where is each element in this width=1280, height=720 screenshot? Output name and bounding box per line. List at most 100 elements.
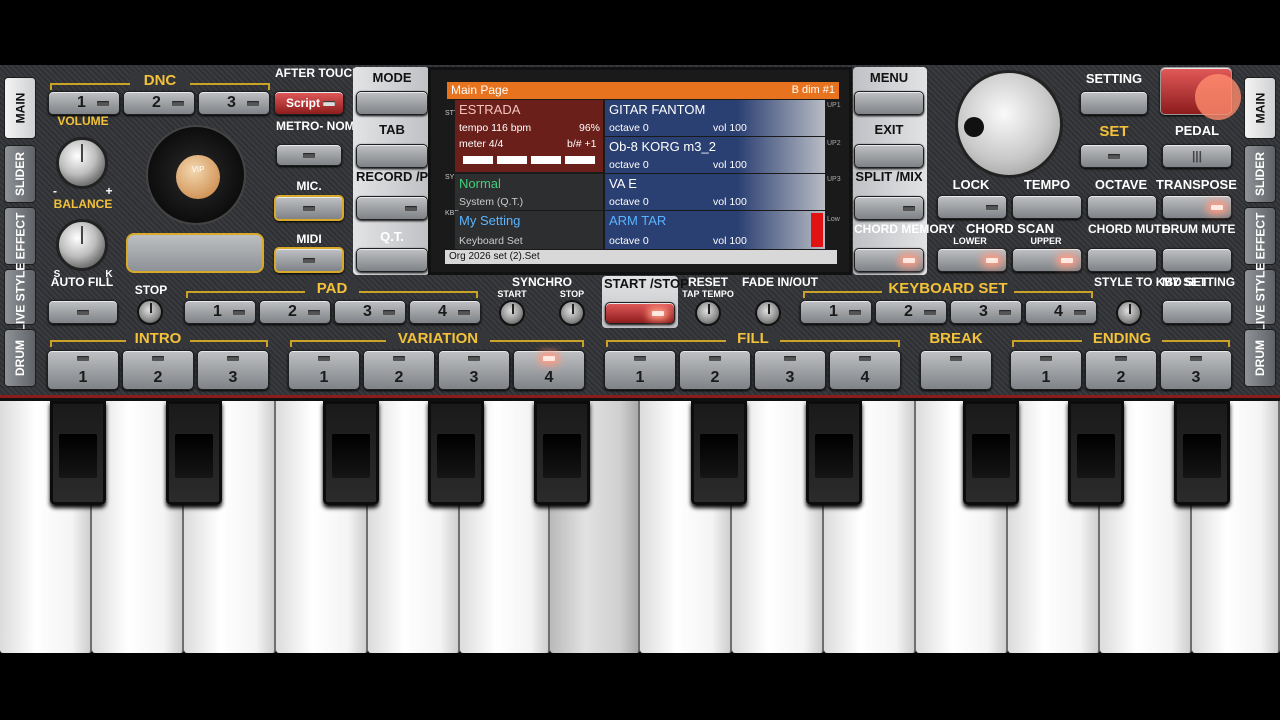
fill-4-button[interactable]: 4 [829,350,901,390]
fill-2-button[interactable]: 2 [679,350,751,390]
keyboard-set-2-button[interactable]: 2 [875,300,947,324]
exit-button[interactable] [854,144,924,168]
chord-memory-button[interactable] [854,248,924,272]
led [233,309,245,315]
synchro-stop-knob[interactable] [559,300,585,326]
synchro-start-knob[interactable] [499,300,525,326]
variation-3-button[interactable]: 3 [438,350,510,390]
dnc-3-button[interactable]: 3 [198,91,270,115]
my-setting-button[interactable] [1162,300,1232,324]
left-tab-main[interactable]: MAIN [4,77,36,139]
chord-scan-lower-button[interactable] [937,248,1007,272]
black-key[interactable] [691,401,747,505]
record-play-button[interactable] [356,196,428,220]
auto-fill-button[interactable] [48,300,118,324]
reset-tap-tempo-knob[interactable] [695,300,721,326]
variation-1-button[interactable]: 1 [288,350,360,390]
ending-2-button[interactable]: 2 [1085,350,1157,390]
pad-4-button[interactable]: 4 [409,300,481,324]
dnc-2-button[interactable]: 2 [123,91,195,115]
mode-button[interactable] [356,91,428,115]
data-dial-knob[interactable] [955,70,1063,178]
black-key[interactable] [963,401,1019,505]
intro-1-button[interactable]: 1 [47,350,119,390]
transpose-button[interactable] [1162,195,1232,219]
tempo-button[interactable] [1012,195,1082,219]
sys-cell[interactable]: Normal System (Q.T.) [455,174,603,210]
pedal-button[interactable]: ||| [1162,144,1232,168]
led [1108,153,1120,159]
side-up2: UP2 [827,140,841,147]
right-tab-live-style[interactable]: LIVE STYLE [1244,263,1276,331]
split-mix-button[interactable] [854,196,924,220]
black-key[interactable] [1174,401,1230,505]
variation-2-button[interactable]: 2 [363,350,435,390]
lock-button[interactable] [937,195,1007,219]
pad-3-button[interactable]: 3 [334,300,406,324]
style-to-kbd-knob[interactable] [1116,300,1142,326]
tab-button[interactable] [356,144,428,168]
start-stop-button[interactable] [605,302,675,324]
keyboard-set-4-button[interactable]: 4 [1025,300,1097,324]
ending-1-button[interactable]: 1 [1010,350,1082,390]
keyboard-set-1-button[interactable]: 1 [800,300,872,324]
ending-3-button[interactable]: 3 [1160,350,1232,390]
script-button[interactable]: Script [274,91,344,115]
black-key[interactable] [1068,401,1124,505]
display-pad[interactable] [126,233,264,273]
pad-1-button[interactable]: 1 [184,300,256,324]
setting-button[interactable] [1080,91,1148,115]
break-button[interactable] [920,350,992,390]
qt-button[interactable] [356,248,428,272]
black-key[interactable] [534,401,590,505]
right-tab-main[interactable]: MAIN [1244,77,1276,139]
chord-scan-upper-button[interactable] [1012,248,1082,272]
led [709,356,721,361]
black-key[interactable] [806,401,862,505]
upper1-cell[interactable]: GITAR FANTOM octave 0 vol 100 [605,100,825,136]
lower-cell[interactable]: ARM TAR octave 0 vol 100 [605,211,825,249]
right-tab-drum[interactable]: DRUM [1244,329,1276,387]
black-key[interactable] [323,401,379,505]
led [859,356,871,361]
keyboard-set-3-button[interactable]: 3 [950,300,1022,324]
left-tab-drum[interactable]: DRUM [4,329,36,387]
drum-mute-button[interactable] [1162,248,1232,272]
right-tab-slider[interactable]: SLIDER [1244,145,1276,203]
fill-3-button[interactable]: 3 [754,350,826,390]
black-key[interactable] [166,401,222,505]
black-key[interactable] [428,401,484,505]
octave-button[interactable] [1087,195,1157,219]
midi-button[interactable] [274,247,344,273]
metronome-button[interactable] [276,144,342,166]
upper3-cell[interactable]: VA E octave 0 vol 100 [605,174,825,210]
chord-mute-button[interactable] [1087,248,1157,272]
left-tab-slider[interactable]: SLIDER [4,145,36,203]
led [1040,356,1052,361]
power-button[interactable] [1160,67,1241,120]
pedal-label: PEDAL [1174,123,1220,138]
tempo-label: TEMPO [1023,177,1071,192]
fade-knob[interactable] [755,300,781,326]
intro-3-button[interactable]: 3 [197,350,269,390]
intro-2-button[interactable]: 2 [122,350,194,390]
led [652,310,664,316]
kbd-cell[interactable]: My Setting Keyboard Set [455,211,603,249]
pad-stop-knob[interactable] [137,299,163,325]
jog-wheel[interactable]: VIP [146,125,246,225]
variation-4-button[interactable]: 4 [513,350,585,390]
left-tab-live-style[interactable]: LIVE STYLE [4,263,36,331]
mic-button[interactable] [274,195,344,221]
menu-button[interactable] [854,91,924,115]
dnc-1-button[interactable]: 1 [48,91,120,115]
volume-knob[interactable] [56,137,108,189]
style-cell[interactable]: ESTRADA tempo 116 bpm 96% meter 4/4 b/# … [455,100,603,172]
balance-knob[interactable] [56,219,108,271]
set-button[interactable] [1080,144,1148,168]
black-key[interactable] [50,401,106,505]
left-tab-effect[interactable]: EFFECT [4,207,36,265]
right-tab-effect[interactable]: EFFECT [1244,207,1276,265]
pad-2-button[interactable]: 2 [259,300,331,324]
upper2-cell[interactable]: Ob-8 KORG m3_2 octave 0 vol 100 [605,137,825,173]
fill-1-button[interactable]: 1 [604,350,676,390]
